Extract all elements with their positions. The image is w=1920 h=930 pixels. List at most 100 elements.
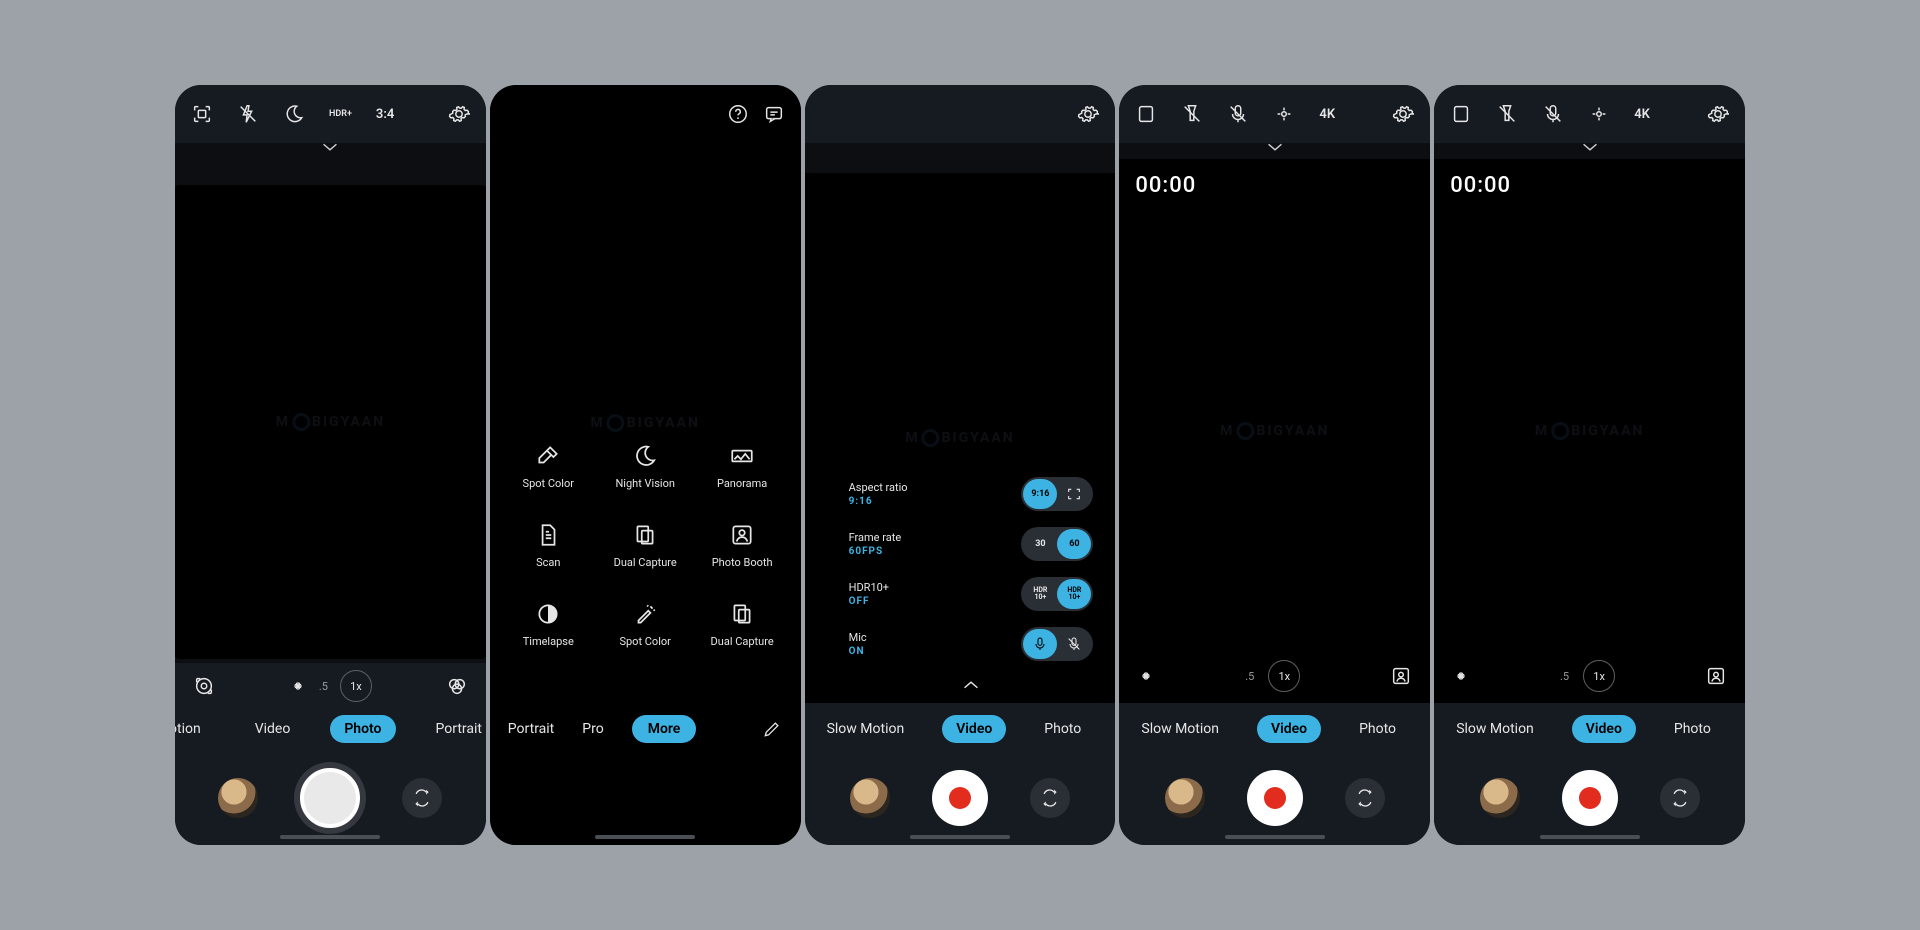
mode-video[interactable]: Video — [1572, 715, 1636, 743]
hdr-label[interactable]: HDR+ — [329, 109, 352, 119]
viewfinder[interactable]: 00:00 MBIGYAAN .5 1x — [1434, 159, 1745, 703]
shutter-record-button[interactable] — [932, 770, 988, 826]
feedback-chat-icon[interactable] — [763, 103, 785, 125]
zoom-row: .5 1x — [1434, 653, 1745, 703]
edit-pencil-icon[interactable] — [761, 718, 783, 740]
macro-flower-icon[interactable] — [1137, 667, 1155, 685]
hdr10-on-option[interactable]: HDR 10+ — [1057, 579, 1091, 609]
more-scan[interactable]: Scan — [500, 522, 597, 569]
filters-icon[interactable] — [446, 675, 468, 697]
zoom-half-button[interactable]: .5 — [319, 680, 328, 693]
shutter-photo-button[interactable] — [300, 768, 360, 828]
stabilization-icon[interactable] — [1273, 103, 1295, 125]
switch-camera-button[interactable] — [402, 778, 442, 818]
mode-photo[interactable]: Photo — [1660, 715, 1725, 743]
switch-camera-button[interactable] — [1030, 778, 1070, 818]
more-panorama[interactable]: Panorama — [694, 443, 791, 490]
setting-title: Aspect ratio — [849, 481, 908, 494]
settings-gear-icon[interactable] — [1707, 103, 1729, 125]
mode-video[interactable]: Video — [1257, 715, 1321, 743]
resolution-label[interactable]: 4K — [1634, 107, 1650, 122]
viewfinder[interactable]: MBIGYAAN — [175, 185, 486, 659]
mic-off-option[interactable] — [1057, 629, 1091, 659]
settings-gear-icon[interactable] — [1392, 103, 1414, 125]
expand-chevron-down-icon[interactable] — [175, 141, 486, 159]
shutter-record-button[interactable] — [1247, 770, 1303, 826]
mode-photo[interactable]: Photo — [330, 715, 395, 743]
mode-slow-motion[interactable]: Slow Motion — [1442, 715, 1548, 743]
gesture-bar — [1540, 835, 1640, 839]
zoom-half-button[interactable]: .5 — [1245, 670, 1254, 683]
fps-60-option[interactable]: 60 — [1057, 529, 1091, 559]
torch-off-icon[interactable] — [1181, 103, 1203, 125]
google-lens-icon[interactable] — [193, 675, 215, 697]
aspect-label[interactable]: 3:4 — [376, 107, 394, 122]
zoom-1x-button[interactable]: 1x — [340, 670, 372, 702]
switch-camera-button[interactable] — [1345, 778, 1385, 818]
zoom-1x-button[interactable]: 1x — [1268, 660, 1300, 692]
more-dual-capture-2[interactable]: Dual Capture — [694, 601, 791, 648]
mode-video[interactable]: Video — [942, 715, 1006, 743]
night-moon-icon[interactable] — [283, 103, 305, 125]
more-dual-capture[interactable]: Dual Capture — [597, 522, 694, 569]
aspect-full-option[interactable] — [1057, 479, 1091, 509]
settings-gear-icon[interactable] — [1077, 103, 1099, 125]
mic-on-option[interactable] — [1023, 629, 1057, 659]
scan-id-icon[interactable] — [191, 103, 213, 125]
flash-off-icon[interactable] — [237, 103, 259, 125]
aspect-916-option[interactable]: 9:16 — [1023, 479, 1057, 509]
resolution-label[interactable]: 4K — [1319, 107, 1335, 122]
mode-pro[interactable]: Pro — [582, 721, 603, 737]
mic-off-icon[interactable] — [1227, 103, 1249, 125]
mode-portrait[interactable]: Portrait — [508, 721, 554, 737]
mic-off-icon[interactable] — [1542, 103, 1564, 125]
gallery-thumbnail[interactable] — [1165, 778, 1205, 818]
mode-photo[interactable]: Photo — [1030, 715, 1095, 743]
framerate-segmented[interactable]: 30 60 — [1021, 527, 1093, 561]
more-spot-color[interactable]: Spot Color — [500, 443, 597, 490]
gallery-thumbnail[interactable] — [218, 778, 258, 818]
zoom-half-button[interactable]: .5 — [1560, 670, 1569, 683]
aspect-icon[interactable] — [1450, 103, 1472, 125]
watermark: MBIGYAAN — [276, 413, 385, 431]
camera-video-screen-b: 4K 00:00 MBIGYAAN .5 1x Slow Motion Vide… — [1434, 85, 1745, 845]
mode-photo[interactable]: Photo — [1345, 715, 1410, 743]
switch-camera-button[interactable] — [1660, 778, 1700, 818]
portrait-icon[interactable] — [1390, 665, 1412, 687]
hdr10-off-option[interactable]: HDR 10+ — [1023, 579, 1057, 609]
viewfinder[interactable]: 00:00 MBIGYAAN .5 1x — [1119, 159, 1430, 703]
aspect-icon[interactable] — [1135, 103, 1157, 125]
mode-slow-motion[interactable]: Slow Motion — [813, 715, 919, 743]
aspect-segmented[interactable]: 9:16 — [1021, 477, 1093, 511]
watermark: MBIGYAAN — [905, 429, 1014, 447]
torch-off-icon[interactable] — [1496, 103, 1518, 125]
mode-video[interactable]: Video — [241, 715, 305, 743]
collapse-chevron-up-icon[interactable] — [849, 669, 1094, 691]
gesture-bar — [910, 835, 1010, 839]
macro-flower-icon[interactable] — [289, 677, 307, 695]
expand-chevron-down-icon[interactable] — [1119, 141, 1430, 159]
help-icon[interactable] — [727, 103, 749, 125]
portrait-icon[interactable] — [1705, 665, 1727, 687]
more-timelapse[interactable]: Timelapse — [500, 601, 597, 648]
expand-chevron-down-icon[interactable] — [1434, 141, 1745, 159]
shutter-record-button[interactable] — [1562, 770, 1618, 826]
mode-motion[interactable]: otion — [175, 715, 215, 743]
more-spot-color-2[interactable]: Spot Color — [597, 601, 694, 648]
fps-30-option[interactable]: 30 — [1023, 529, 1057, 559]
mode-more[interactable]: More — [632, 715, 697, 743]
stabilization-icon[interactable] — [1588, 103, 1610, 125]
mode-portrait[interactable]: Portrait — [422, 715, 486, 743]
hdr10-segmented[interactable]: HDR 10+ HDR 10+ — [1021, 577, 1093, 611]
setting-title: Mic — [849, 631, 867, 644]
viewfinder[interactable]: MBIGYAAN Aspect ratio9:16 9:16 Frame rat… — [805, 173, 1116, 703]
gallery-thumbnail[interactable] — [1480, 778, 1520, 818]
mic-segmented[interactable] — [1021, 627, 1093, 661]
more-night-vision[interactable]: Night Vision — [597, 443, 694, 490]
more-photo-booth[interactable]: Photo Booth — [694, 522, 791, 569]
zoom-1x-button[interactable]: 1x — [1583, 660, 1615, 692]
gallery-thumbnail[interactable] — [850, 778, 890, 818]
macro-flower-icon[interactable] — [1452, 667, 1470, 685]
mode-slow-motion[interactable]: Slow Motion — [1127, 715, 1233, 743]
settings-gear-icon[interactable] — [448, 103, 470, 125]
